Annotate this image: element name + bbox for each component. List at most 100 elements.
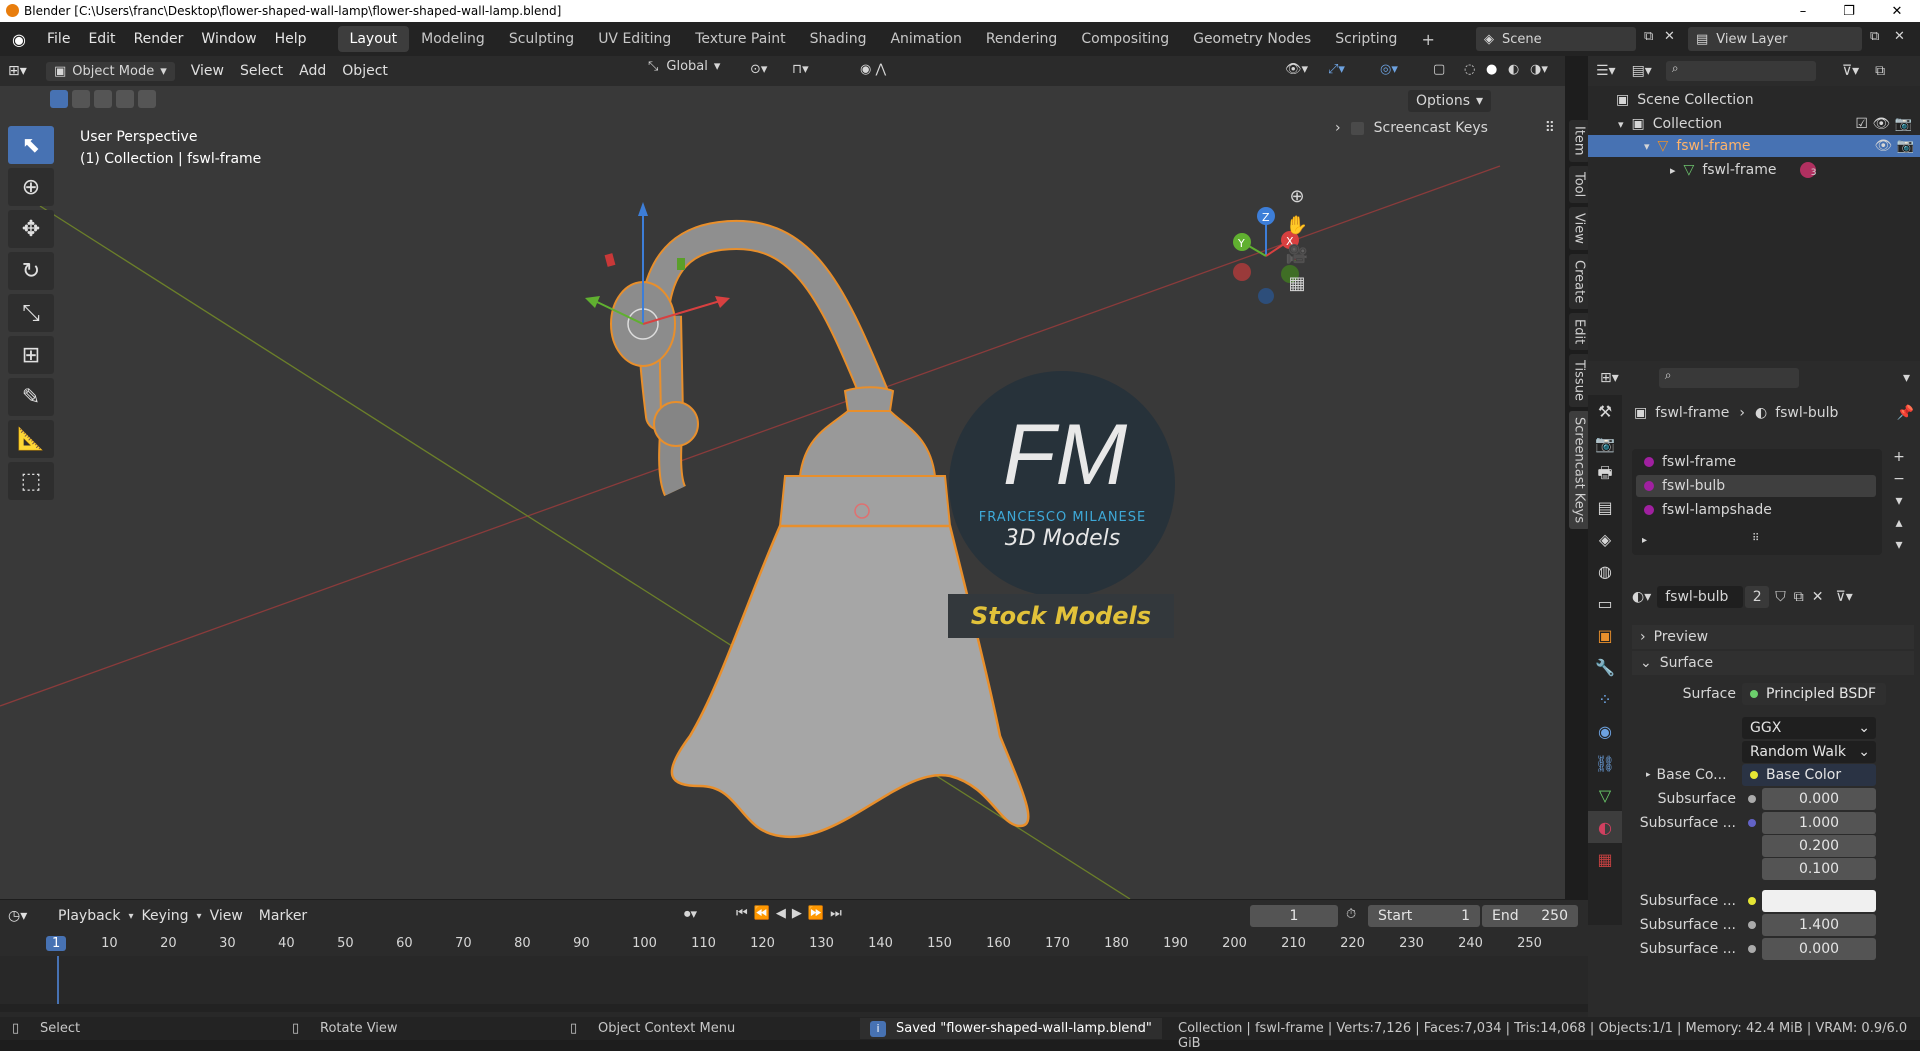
move-down-icon[interactable]: ▾ bbox=[1895, 537, 1902, 553]
new-collection-icon[interactable]: ⧉ bbox=[1875, 63, 1885, 79]
add-cube-tool[interactable]: ⬚ bbox=[8, 462, 54, 500]
slot-fswl-frame[interactable]: fswl-frame bbox=[1636, 451, 1876, 473]
menu-marker[interactable]: Marker bbox=[251, 905, 315, 927]
restore-icon[interactable]: ❐ bbox=[1826, 0, 1872, 22]
scene-close-icon[interactable]: ✕ bbox=[1664, 29, 1675, 44]
display-mode-icon[interactable]: ▤▾ bbox=[1632, 63, 1652, 79]
outliner-object-row[interactable]: ▾ ▽ fswl-frame 👁 📷 bbox=[1588, 135, 1920, 157]
editor-type-icon[interactable]: ⊞▾ bbox=[0, 60, 46, 82]
browse-material-icon[interactable]: ◐▾ bbox=[1632, 589, 1651, 605]
select-extend-icon[interactable] bbox=[72, 90, 90, 108]
tool-props-icon[interactable]: ⚒ bbox=[1588, 395, 1622, 427]
scene-copy-icon[interactable]: ⧉ bbox=[1644, 29, 1653, 44]
menu-render[interactable]: Render bbox=[125, 31, 193, 47]
tab-create[interactable]: Create bbox=[1568, 253, 1590, 309]
minimize-icon[interactable]: – bbox=[1780, 0, 1826, 22]
subsurface-value[interactable]: 0.000 bbox=[1762, 788, 1876, 810]
menu-window[interactable]: Window bbox=[192, 31, 265, 47]
tab-item[interactable]: Item bbox=[1568, 120, 1590, 162]
add-workspace-icon[interactable]: + bbox=[1409, 25, 1446, 54]
scale-tool[interactable]: ⤡ bbox=[8, 294, 54, 332]
transform-tool[interactable]: ⊞ bbox=[8, 336, 54, 374]
pan-hand-icon[interactable]: ✋ bbox=[1286, 215, 1308, 236]
object-props-icon[interactable]: ▣ bbox=[1588, 619, 1622, 651]
pivot-icon[interactable]: ⊙▾ bbox=[750, 62, 767, 77]
annotate-tool[interactable]: ✎ bbox=[8, 378, 54, 416]
view-layer-selector[interactable]: ▤ View Layer bbox=[1688, 27, 1862, 51]
data-props-icon[interactable]: ▽ bbox=[1588, 779, 1622, 811]
xray-icon[interactable]: ▢ bbox=[1433, 62, 1445, 77]
properties-search-input[interactable]: ⌕ bbox=[1658, 368, 1799, 388]
menu-playback[interactable]: Playback bbox=[50, 905, 128, 927]
proportional-edit-icon[interactable]: ◉ ⋀ bbox=[860, 62, 886, 77]
list-resize-handle[interactable]: ⠿ bbox=[1752, 533, 1759, 544]
rotate-tool[interactable]: ↻ bbox=[8, 252, 54, 290]
collection-check-icon[interactable]: ☑ 👁 📷 bbox=[1855, 116, 1912, 132]
preview-range-icon[interactable]: ⏱ bbox=[1346, 907, 1356, 922]
tab-layout[interactable]: Layout bbox=[337, 26, 410, 52]
expand-icon[interactable]: ▾ bbox=[1618, 118, 1624, 131]
unlink-material-icon[interactable]: ✕ bbox=[1812, 589, 1824, 605]
menu-timeline-view[interactable]: View bbox=[202, 905, 251, 927]
3d-viewport[interactable]: Z X Y User Perspective (1) Collection | … bbox=[0, 86, 1565, 899]
timeline-editor-icon[interactable]: ◷▾ bbox=[0, 905, 50, 927]
texture-props-icon[interactable]: ▦ bbox=[1588, 843, 1622, 875]
gizmo-icon[interactable]: ⤢▾ bbox=[1328, 62, 1345, 77]
expand-icon[interactable]: ▾ bbox=[1644, 140, 1650, 153]
surface-panel-header[interactable]: ⌄ Surface bbox=[1632, 651, 1914, 675]
surface-shader-field[interactable]: Principled BSDF bbox=[1742, 683, 1886, 705]
rendered-shading-icon[interactable]: ◑▾ bbox=[1530, 62, 1548, 77]
tab-view[interactable]: View bbox=[1568, 206, 1590, 250]
tab-modeling[interactable]: Modeling bbox=[409, 26, 497, 52]
scene-props-icon[interactable]: ◈ bbox=[1588, 523, 1622, 555]
current-frame-field[interactable]: 1 bbox=[1250, 905, 1338, 927]
playback-controls[interactable]: ⏮⏪◀▶⏩⏭ bbox=[736, 906, 848, 921]
outliner-editor-icon[interactable]: ☰▾ bbox=[1596, 63, 1616, 79]
drag-handle-icon[interactable]: ⠿ bbox=[1545, 120, 1555, 136]
grid-ortho-icon[interactable]: ▦ bbox=[1288, 273, 1305, 294]
menu-keying[interactable]: Keying bbox=[134, 905, 197, 927]
collection-props-icon[interactable]: ▭ bbox=[1588, 587, 1622, 619]
move-tool[interactable]: ✥ bbox=[8, 210, 54, 248]
material-shading-icon[interactable]: ◐ bbox=[1508, 62, 1519, 77]
visibility-icon[interactable]: 👁▾ bbox=[1285, 62, 1308, 77]
transform-orientation[interactable]: ⤡ Global ▾ bbox=[648, 59, 720, 74]
add-slot-icon[interactable]: + bbox=[1893, 449, 1905, 465]
menu-view[interactable]: View bbox=[183, 60, 232, 82]
tab-uv-editing[interactable]: UV Editing bbox=[586, 26, 683, 52]
playhead[interactable] bbox=[57, 956, 59, 1006]
select-intersect-icon[interactable] bbox=[138, 90, 156, 108]
menu-select[interactable]: Select bbox=[232, 60, 291, 82]
screencast-checkbox[interactable] bbox=[1350, 121, 1364, 135]
modifier-props-icon[interactable]: 🔧 bbox=[1588, 651, 1622, 683]
base-color-link-field[interactable]: Base Color bbox=[1742, 764, 1876, 786]
zoom-icon[interactable]: ⊕ bbox=[1289, 186, 1304, 207]
end-frame-field[interactable]: End 250 bbox=[1482, 905, 1578, 927]
select-invert-icon[interactable] bbox=[116, 90, 134, 108]
menu-object[interactable]: Object bbox=[334, 60, 396, 82]
measure-tool[interactable]: 📐 bbox=[8, 420, 54, 458]
material-props-icon[interactable]: ◐ bbox=[1588, 811, 1622, 843]
subsurface-anisotropy-value[interactable]: 0.000 bbox=[1762, 938, 1876, 960]
constraints-props-icon[interactable]: ⛓ bbox=[1588, 747, 1622, 779]
view-layer-close-icon[interactable]: ✕ bbox=[1894, 29, 1905, 44]
distribution-dropdown[interactable]: GGX ⌄ bbox=[1742, 717, 1876, 739]
particles-props-icon[interactable]: ⁘ bbox=[1588, 683, 1622, 715]
outliner-mesh-row[interactable]: ▸ ▽ fswl-frame 3 bbox=[1670, 160, 1817, 180]
props-options-icon[interactable]: ▾ bbox=[1903, 370, 1910, 386]
properties-editor-icon[interactable]: ⊞▾ bbox=[1600, 370, 1619, 386]
overlay-icon[interactable]: ◎▾ bbox=[1380, 62, 1398, 77]
menu-add[interactable]: Add bbox=[291, 60, 334, 82]
solid-shading-icon[interactable]: ● bbox=[1486, 62, 1497, 77]
tab-sculpting[interactable]: Sculpting bbox=[497, 26, 586, 52]
output-props-icon[interactable]: 🖶 bbox=[1588, 459, 1622, 491]
subsurface-ior-value[interactable]: 1.400 bbox=[1762, 914, 1876, 936]
slot-specials-icon[interactable]: ▾ bbox=[1895, 493, 1902, 509]
preview-panel-header[interactable]: › Preview bbox=[1632, 625, 1914, 649]
menu-edit[interactable]: Edit bbox=[79, 31, 124, 47]
snap-icon[interactable]: ⊓▾ bbox=[792, 62, 809, 77]
viewport-scene[interactable]: Z X Y bbox=[0, 86, 1565, 899]
close-icon[interactable]: ✕ bbox=[1874, 0, 1920, 22]
timeline[interactable]: 1 10 20 30 40 50 60 70 80 90 100 110 120 130 140 150 160… bbox=[0, 932, 1588, 1017]
node-tree-icon[interactable]: ⊽▾ bbox=[1835, 589, 1852, 605]
